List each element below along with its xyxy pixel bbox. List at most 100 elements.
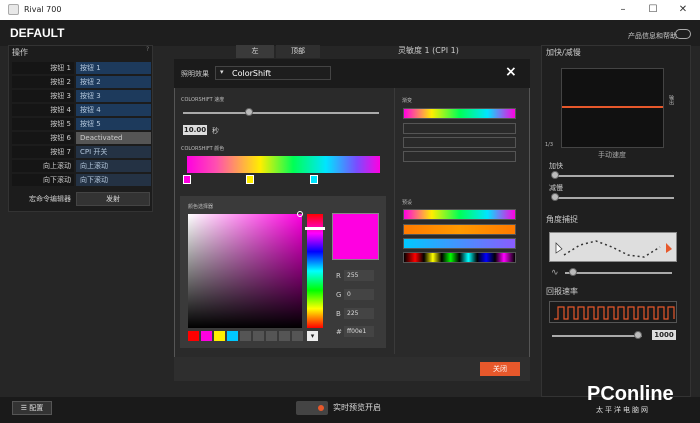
buttons-panel-title: 操作 (12, 48, 28, 57)
polling-rate-value[interactable]: 1000 (652, 330, 676, 340)
button-assignment[interactable]: 向上滚动 (76, 160, 151, 172)
g-label: G (336, 291, 342, 299)
color-swatch[interactable] (240, 331, 251, 341)
button-row: 按钮 7 CPI 开关 (12, 146, 152, 158)
header-bar (0, 20, 700, 46)
angle-snap-knob[interactable] (569, 268, 577, 276)
polling-rate-preview (549, 301, 677, 323)
hue-slider[interactable] (307, 214, 323, 328)
gradient-title: 渐变 (402, 98, 413, 104)
accel-slider[interactable] (554, 175, 674, 177)
gradient-stop[interactable] (310, 175, 318, 184)
color-gradient-bar[interactable] (187, 156, 380, 173)
graph-y-label: 输出 (668, 95, 674, 105)
swatch-menu-icon[interactable]: ▾ (307, 331, 318, 341)
decel-label: 减慢 (549, 184, 563, 192)
b-input[interactable]: 225 (344, 308, 374, 319)
polling-rate-slider[interactable] (552, 335, 642, 337)
button-assignment[interactable]: 按钮 3 (76, 90, 151, 102)
button-row: 按钮 4 按钮 4 (12, 104, 152, 116)
b-label: B (336, 310, 341, 318)
close-button[interactable]: 关闭 (480, 362, 520, 376)
speed-label: COLORSHIFT 速度 (181, 97, 225, 103)
decel-slider[interactable] (554, 197, 674, 199)
accel-slider-knob[interactable] (551, 171, 559, 179)
g-input[interactable]: 0 (344, 289, 374, 300)
r-input[interactable]: 255 (344, 270, 374, 281)
polling-rate-title: 回报速率 (546, 287, 578, 296)
button-assignment[interactable]: 向下滚动 (76, 174, 151, 186)
gradient-stop[interactable] (246, 175, 254, 184)
list-icon: ☰ (20, 404, 30, 412)
button-row-label: 向下滚动 (12, 174, 74, 186)
color-swatch[interactable] (279, 331, 290, 341)
button-assignment[interactable]: Deactivated (76, 132, 151, 144)
speed-value[interactable]: 10.00 (183, 125, 207, 135)
preset-rainbow[interactable] (403, 209, 516, 220)
config-button[interactable]: ☰ 配置 (12, 401, 52, 415)
saturation-value-area[interactable] (188, 214, 302, 328)
config-button-label: 配置 (29, 404, 44, 412)
angle-snap-preview (549, 232, 677, 262)
watermark-brand: PConline (587, 383, 674, 405)
button-row: 按钮 2 按钮 2 (12, 76, 152, 88)
macro-editor-row: 宏命令编辑器 发射 (12, 192, 150, 206)
live-preview-toggle[interactable] (296, 401, 328, 415)
angle-snap-title: 角度捕捉 (546, 215, 578, 224)
color-cursor[interactable] (297, 211, 303, 217)
speed-slider-knob[interactable] (245, 108, 253, 116)
macro-editor-label: 宏命令编辑器 (29, 195, 71, 203)
button-assignment[interactable]: 按钮 1 (76, 62, 151, 74)
accel-graph (561, 68, 664, 148)
speed-slider[interactable] (183, 112, 379, 114)
gradient-slot[interactable] (403, 137, 516, 148)
button-row: 按钮 5 按钮 5 (12, 118, 152, 130)
button-assignment[interactable]: 按钮 5 (76, 118, 151, 130)
button-row-label: 按钮 5 (12, 118, 74, 130)
cpi-label: 灵敏度 1 (CPI 1) (398, 46, 459, 55)
button-assignment[interactable]: CPI 开关 (76, 146, 151, 158)
macro-launch-button[interactable]: 发射 (76, 192, 150, 206)
tab-left[interactable]: 左 (236, 45, 274, 58)
color-picker-label: 颜色选择器 (188, 204, 214, 210)
color-swatch[interactable] (253, 331, 264, 341)
polling-rate-knob[interactable] (634, 331, 642, 339)
help-icon[interactable]: ? (146, 46, 152, 53)
preset-blue-purple[interactable] (403, 238, 516, 249)
button-assignment[interactable]: 按钮 4 (76, 104, 151, 116)
button-assignment[interactable]: 按钮 2 (76, 76, 151, 88)
gradient-slot[interactable] (403, 123, 516, 134)
color-swatch[interactable] (201, 331, 212, 341)
button-row-label: 按钮 2 (12, 76, 74, 88)
angle-snap-slider[interactable] (565, 272, 672, 274)
button-row: 按钮 3 按钮 3 (12, 90, 152, 102)
button-row-label: 按钮 3 (12, 90, 74, 102)
product-help-link[interactable]: 产品信息和帮助 (628, 31, 677, 41)
hue-handle[interactable] (305, 227, 325, 230)
decel-slider-knob[interactable] (551, 193, 559, 201)
effect-select[interactable]: ▾ ColorShift (215, 66, 331, 80)
close-window-icon[interactable]: ✕ (676, 3, 690, 17)
color-swatch[interactable] (214, 331, 225, 341)
preset-title: 预设 (402, 200, 413, 206)
watermark-sub: 太平洋电脑网 (596, 406, 650, 414)
gradient-slot[interactable] (403, 108, 516, 119)
maximize-icon[interactable]: ☐ (646, 3, 660, 17)
close-icon[interactable]: × (505, 64, 517, 80)
color-swatch[interactable] (292, 331, 303, 341)
color-swatch[interactable] (227, 331, 238, 341)
hex-input[interactable]: ff00e1 (344, 326, 374, 337)
preset-orange[interactable] (403, 224, 516, 235)
button-row-label: 按钮 6 (12, 132, 74, 144)
preset-strobe[interactable] (403, 252, 516, 263)
toggle-indicator (318, 405, 324, 411)
gradient-stop[interactable] (183, 175, 191, 184)
wave-icon: ∿ (551, 268, 559, 278)
gradient-slot[interactable] (403, 151, 516, 162)
minimize-icon[interactable]: – (616, 3, 630, 17)
tab-top[interactable]: 顶部 (276, 45, 320, 58)
color-swatch[interactable] (188, 331, 199, 341)
cloud-sync-icon[interactable] (675, 29, 691, 39)
graph-x-label: 手动速度 (598, 151, 626, 159)
color-swatch[interactable] (266, 331, 277, 341)
